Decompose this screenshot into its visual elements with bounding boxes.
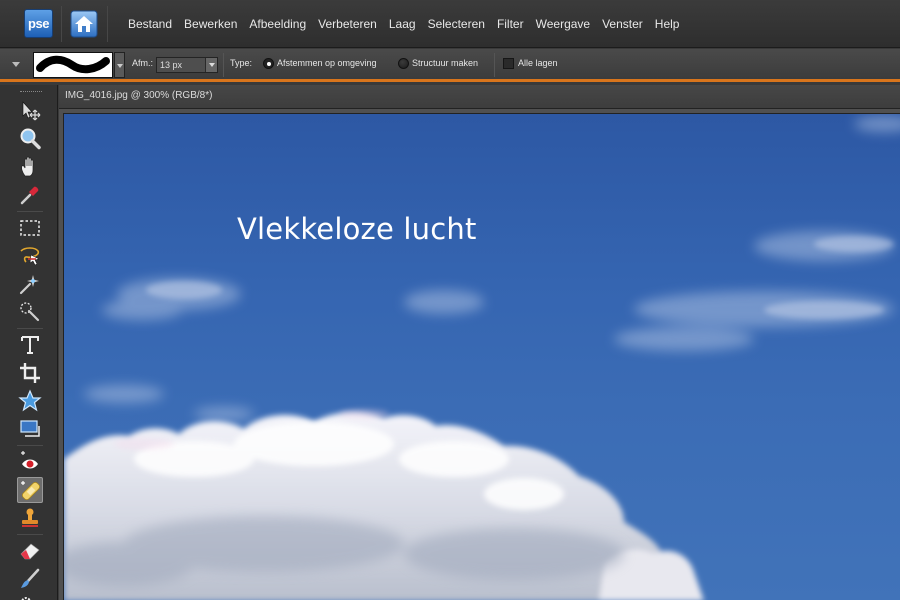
brush-preview[interactable] (33, 52, 113, 78)
toolbox-grip[interactable] (20, 91, 42, 93)
brush-tool-button[interactable] (17, 566, 43, 592)
toolbox-divider (17, 211, 43, 212)
size-value: 13 px (160, 60, 183, 70)
menu-afbeelding[interactable]: Afbeelding (249, 17, 306, 31)
radio-proximity-match-label[interactable]: Afstemmen op omgeving (277, 58, 377, 68)
size-dropdown-icon[interactable] (205, 58, 217, 72)
toolbox-divider (17, 445, 43, 446)
quick-selection-tool-button[interactable] (17, 299, 43, 325)
type-tool-button[interactable] (17, 332, 43, 358)
size-label: Afm.: (132, 58, 154, 68)
main-menu: Bestand Bewerken Afbeelding Verbeteren L… (128, 0, 691, 48)
magic-wand-tool-icon (19, 275, 39, 295)
spot-healing-brush-tool-button[interactable] (17, 477, 43, 503)
menu-filter[interactable]: Filter (497, 17, 524, 31)
type-label: Type: (230, 58, 253, 68)
straighten-tool-button[interactable] (17, 416, 43, 442)
straighten-tool-icon (20, 420, 40, 437)
menu-help[interactable]: Help (655, 17, 680, 31)
image-caption: Vlekkeloze lucht (237, 212, 477, 246)
cookie-cutter-tool-button[interactable] (17, 388, 43, 414)
app-logo: pse (24, 9, 53, 38)
menu-bestand[interactable]: Bestand (128, 17, 172, 31)
radio-proximity-match[interactable] (263, 58, 274, 69)
marquee-tool-icon (20, 220, 40, 236)
menu-divider (61, 6, 62, 42)
all-layers-checkbox[interactable] (503, 58, 514, 69)
tool-options-bar: Afm.: 13 px Type: Afstemmen op omgeving … (0, 49, 900, 82)
menu-bewerken[interactable]: Bewerken (184, 17, 237, 31)
all-layers-label[interactable]: Alle lagen (518, 58, 558, 68)
clone-stamp-tool-icon (22, 508, 38, 527)
clone-stamp-tool-button[interactable] (17, 505, 43, 531)
menu-weergave[interactable]: Weergave (536, 17, 590, 31)
menu-laag[interactable]: Laag (389, 17, 416, 31)
home-icon (70, 10, 98, 38)
canvas-area: Vlekkeloze lucht (59, 109, 900, 600)
zoom-tool-icon (20, 128, 41, 150)
brush-tool-icon (21, 568, 40, 588)
lasso-tool-button[interactable] (17, 243, 43, 269)
radio-create-texture-label[interactable]: Structuur maken (412, 58, 478, 68)
menu-divider (107, 6, 108, 42)
zoom-tool-button[interactable] (17, 126, 43, 152)
eraser-tool-icon (20, 543, 40, 560)
radio-create-texture[interactable] (398, 58, 409, 69)
crop-tool-icon (20, 363, 40, 383)
hand-tool-button[interactable] (17, 154, 43, 180)
tool-preset-dropdown-icon[interactable] (12, 62, 20, 67)
toolbox (0, 85, 58, 600)
options-divider (494, 53, 495, 77)
magic-wand-tool-button[interactable] (17, 271, 43, 297)
marquee-tool-button[interactable] (17, 215, 43, 241)
toolbox-divider (17, 534, 43, 535)
eyedropper-tool-button[interactable] (17, 182, 43, 208)
options-divider (223, 53, 224, 77)
eyedropper-tool-icon (20, 186, 39, 205)
smart-brush-tool-icon (21, 597, 31, 600)
cookie-cutter-tool-icon (18, 389, 42, 412)
move-tool-button[interactable] (17, 98, 43, 124)
document-tab[interactable]: IMG_4016.jpg @ 300% (RGB/8*) (59, 85, 900, 109)
brush-picker-dropdown[interactable] (114, 52, 125, 78)
document-title: IMG_4016.jpg @ 300% (RGB/8*) (65, 90, 213, 101)
eraser-tool-button[interactable] (17, 538, 43, 564)
photoshop-elements-window: pse Bestand Bewerken Afbeelding Verbeter… (0, 0, 900, 600)
menu-selecteren[interactable]: Selecteren (428, 17, 485, 31)
toolbox-divider (17, 328, 43, 329)
hand-tool-icon (21, 156, 34, 177)
red-eye-tool-icon (21, 451, 38, 469)
smart-brush-tool-button[interactable] (17, 592, 43, 600)
menu-verbeteren[interactable]: Verbeteren (318, 17, 377, 31)
crop-tool-button[interactable] (17, 360, 43, 386)
image-canvas[interactable]: Vlekkeloze lucht (63, 113, 900, 600)
home-button[interactable] (70, 10, 98, 38)
sky-photo (64, 116, 900, 600)
brush-stroke-icon (36, 55, 110, 74)
quick-selection-tool-icon (20, 302, 40, 322)
size-field[interactable]: 13 px (156, 57, 218, 73)
menu-bar: pse Bestand Bewerken Afbeelding Verbeter… (0, 0, 900, 48)
red-eye-tool-button[interactable] (17, 449, 43, 475)
lasso-tool-icon (20, 247, 40, 266)
type-tool-icon (21, 336, 39, 354)
menu-venster[interactable]: Venster (602, 17, 643, 31)
move-tool-icon (22, 101, 41, 121)
spot-healing-brush-tool-icon (21, 481, 41, 501)
